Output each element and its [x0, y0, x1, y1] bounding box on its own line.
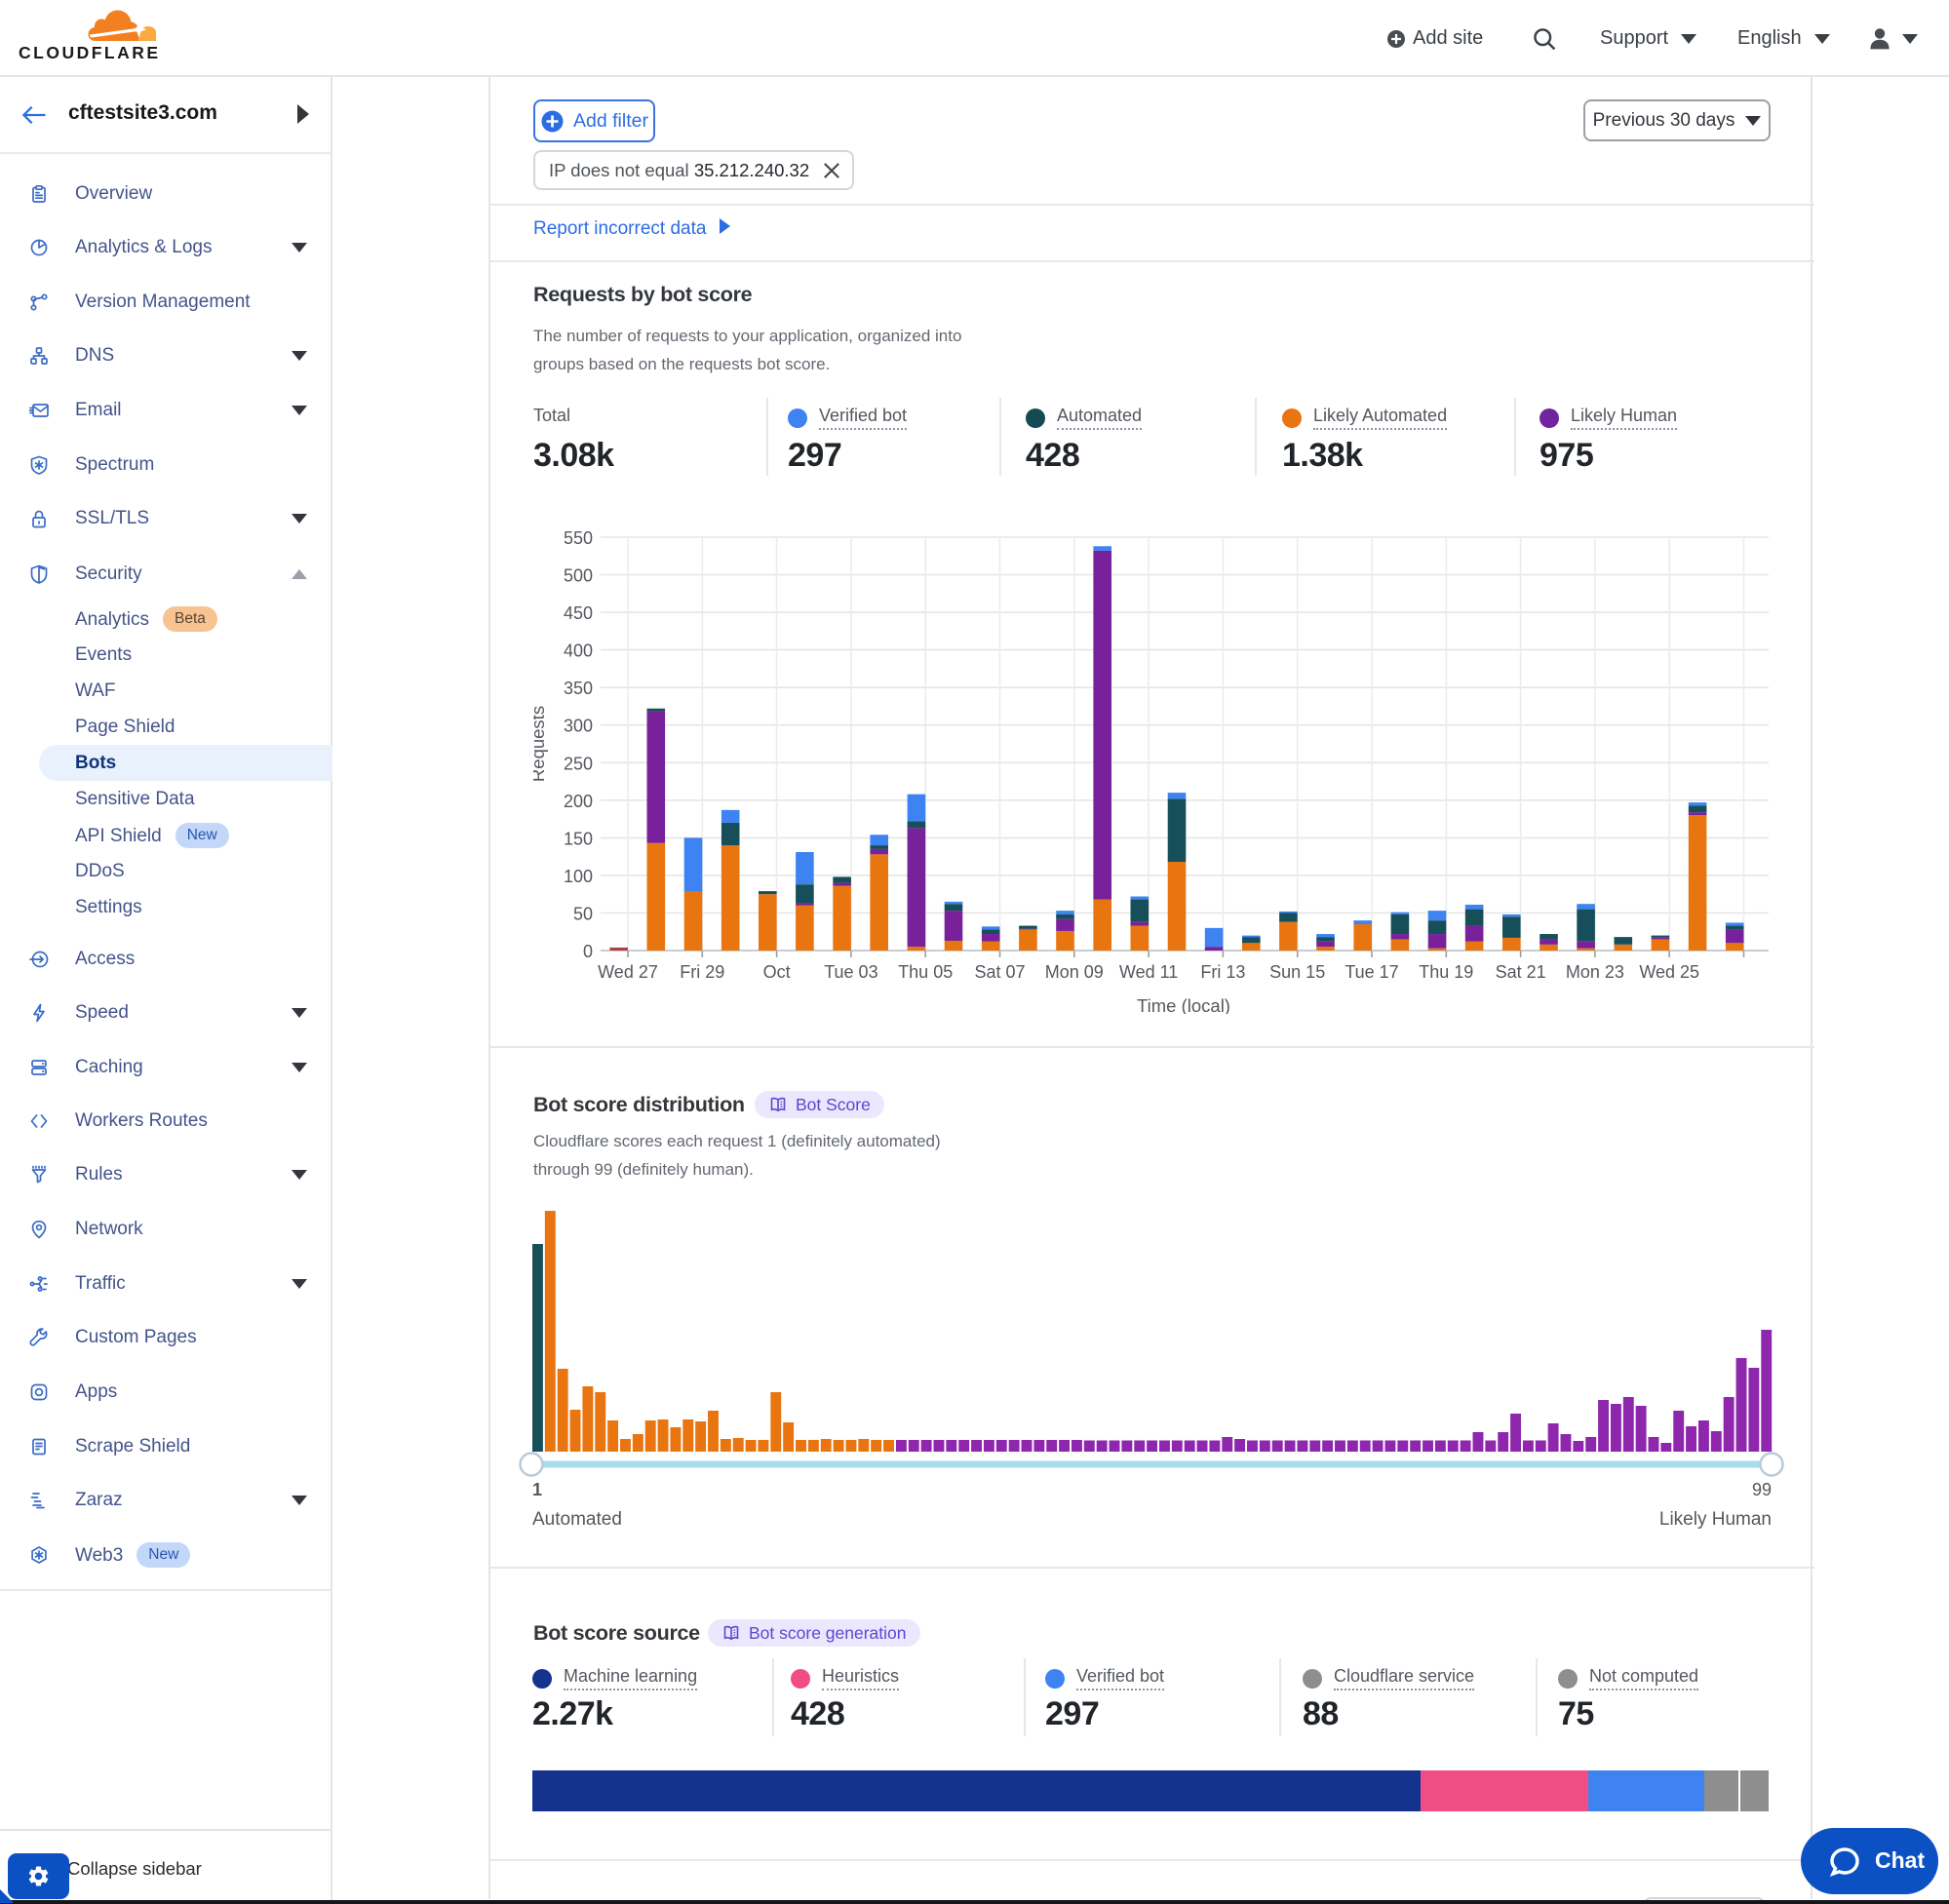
svg-text:Tue 17: Tue 17	[1345, 962, 1398, 982]
svg-text:Tue 03: Tue 03	[824, 962, 877, 982]
svg-text:550: 550	[564, 528, 593, 548]
svg-text:Fri 13: Fri 13	[1200, 962, 1245, 982]
svg-text:Fri 29: Fri 29	[680, 962, 724, 982]
svg-text:250: 250	[564, 754, 593, 773]
svg-text:Sat 21: Sat 21	[1496, 962, 1546, 982]
svg-text:Mon 09: Mon 09	[1045, 962, 1104, 982]
svg-text:300: 300	[564, 717, 593, 736]
svg-text:Thu 19: Thu 19	[1419, 962, 1473, 982]
svg-text:Time (local): Time (local)	[1137, 995, 1230, 1014]
svg-text:100: 100	[564, 867, 593, 886]
svg-text:450: 450	[564, 603, 593, 623]
svg-text:0: 0	[583, 942, 593, 961]
svg-text:Wed 25: Wed 25	[1639, 962, 1699, 982]
svg-text:Requests: Requests	[533, 706, 548, 782]
svg-text:50: 50	[573, 905, 593, 924]
svg-text:350: 350	[564, 679, 593, 698]
svg-text:Sat 07: Sat 07	[974, 962, 1025, 982]
svg-text:Thu 05: Thu 05	[898, 962, 953, 982]
svg-text:Wed 11: Wed 11	[1119, 962, 1178, 982]
svg-text:500: 500	[564, 566, 593, 586]
svg-text:150: 150	[564, 829, 593, 848]
svg-text:Oct: Oct	[763, 962, 791, 982]
svg-text:Sun 15: Sun 15	[1269, 962, 1325, 982]
svg-text:Mon 23: Mon 23	[1566, 962, 1624, 982]
svg-text:200: 200	[564, 792, 593, 811]
svg-text:Wed 27: Wed 27	[598, 962, 658, 982]
svg-text:400: 400	[564, 641, 593, 661]
